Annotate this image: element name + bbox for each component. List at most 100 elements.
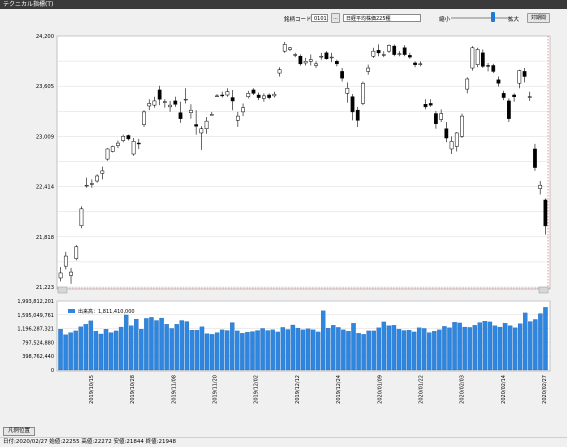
volume-bar <box>154 320 159 371</box>
candle-body <box>314 63 318 66</box>
volume-bar <box>250 331 255 371</box>
candle-body <box>168 104 172 108</box>
volume-bar <box>159 317 164 371</box>
volume-bar <box>270 329 275 371</box>
volume-bar <box>184 321 190 371</box>
code-label: 銘柄コード: <box>284 17 314 23</box>
volume-bar <box>204 333 210 371</box>
candle-body <box>486 65 490 67</box>
volume-bar <box>68 332 73 371</box>
candle-body <box>95 175 99 182</box>
volume-bar <box>533 319 538 371</box>
volume-bar <box>179 320 184 371</box>
volume-bar <box>144 318 149 371</box>
candle-body <box>335 61 339 65</box>
volume-legend-swatch <box>68 309 75 313</box>
candle-body <box>215 95 219 97</box>
candle-body <box>428 103 433 106</box>
legend-position-button[interactable]: 凡例位置 <box>3 427 35 436</box>
candle-body <box>319 55 324 58</box>
candle-body <box>371 50 376 57</box>
volume-bar <box>164 324 169 371</box>
volume-bar <box>300 329 306 371</box>
candle-body <box>293 54 298 56</box>
candle-body <box>512 94 516 97</box>
candle-body <box>235 115 240 121</box>
candle-body <box>84 184 89 187</box>
stock-name-field[interactable]: 日経平均株価225種 <box>343 14 421 22</box>
candle-body <box>355 109 360 121</box>
volume-axis-label: 1,595,049,761 <box>17 313 54 319</box>
volume-axis-label: 1,196,287,321 <box>17 327 54 333</box>
candle-body <box>418 63 423 65</box>
volume-bar <box>230 322 235 371</box>
candle-body <box>340 71 344 79</box>
candle-body <box>189 109 193 113</box>
candle-body <box>449 141 454 150</box>
candle-body <box>361 82 365 104</box>
zoom-slider[interactable] <box>451 17 511 19</box>
price-scrollbar-left-handle[interactable] <box>57 286 68 294</box>
date-axis-label: 2020/01/22 <box>418 375 424 404</box>
volume-bar <box>93 331 99 371</box>
volume-bar <box>487 321 493 371</box>
volume-bar <box>169 328 174 371</box>
volume-bar <box>149 317 154 371</box>
volume-bar <box>118 326 124 371</box>
volume-bar <box>235 330 240 371</box>
zoom-slider-thumb[interactable] <box>491 12 495 22</box>
candle-body <box>329 56 334 59</box>
volume-bar <box>457 322 462 371</box>
volume-bar <box>245 332 250 371</box>
chart-svg[interactable]: 24,200 23,605 23,009 22,414 21,818 21,223 1,99… <box>0 31 567 418</box>
volume-bar <box>442 326 447 371</box>
period-button[interactable]: 対期間 <box>527 13 550 23</box>
candle-body <box>90 183 94 185</box>
candle-body <box>350 96 355 113</box>
candle-body <box>439 113 444 120</box>
volume-bar <box>108 332 114 371</box>
volume-bar <box>502 323 508 371</box>
volume-bar <box>174 324 179 371</box>
volume-bar <box>336 327 341 371</box>
volume-bar <box>477 322 483 371</box>
candle-body <box>423 104 428 108</box>
candle-body <box>402 47 407 55</box>
candle-body <box>288 47 292 50</box>
candle-body <box>298 55 303 65</box>
code-lookup-button[interactable]: ... <box>331 13 340 23</box>
volume-bar <box>326 327 331 371</box>
candle-body <box>475 49 480 65</box>
volume-bar <box>401 330 407 371</box>
candle-body <box>460 115 464 137</box>
candle-body <box>272 93 277 97</box>
volume-bar <box>416 327 422 371</box>
volume-bar <box>492 325 498 371</box>
price-axis-label: 24,200 <box>36 34 54 40</box>
volume-bar <box>290 324 296 371</box>
volume-bar <box>265 330 270 371</box>
volume-bar <box>78 326 83 371</box>
volume-bar <box>88 320 94 371</box>
volume-bar <box>285 329 291 371</box>
volume-bar <box>517 323 523 371</box>
date-axis-label: 2020/01/09 <box>377 375 383 404</box>
volume-bar <box>199 326 205 371</box>
candle-body <box>100 170 105 174</box>
candle-body <box>225 91 230 96</box>
candle-body <box>522 71 527 77</box>
price-scrollbar-right-handle[interactable] <box>538 286 549 294</box>
candle-body <box>392 45 397 55</box>
volume-bar <box>280 327 286 371</box>
volume-bar <box>497 326 503 371</box>
volume-bar <box>482 321 488 371</box>
volume-bar <box>58 329 63 371</box>
volume-bar <box>411 331 417 371</box>
volume-legend: 出来高：1,811,410,000 <box>68 308 135 315</box>
date-axis-label: 2019/11/08 <box>171 375 177 404</box>
candle-body <box>480 52 485 67</box>
code-input[interactable]: 0101 <box>311 14 328 22</box>
volume-bar <box>351 323 356 371</box>
volume-bar <box>103 329 109 371</box>
volume-bar <box>214 332 220 371</box>
